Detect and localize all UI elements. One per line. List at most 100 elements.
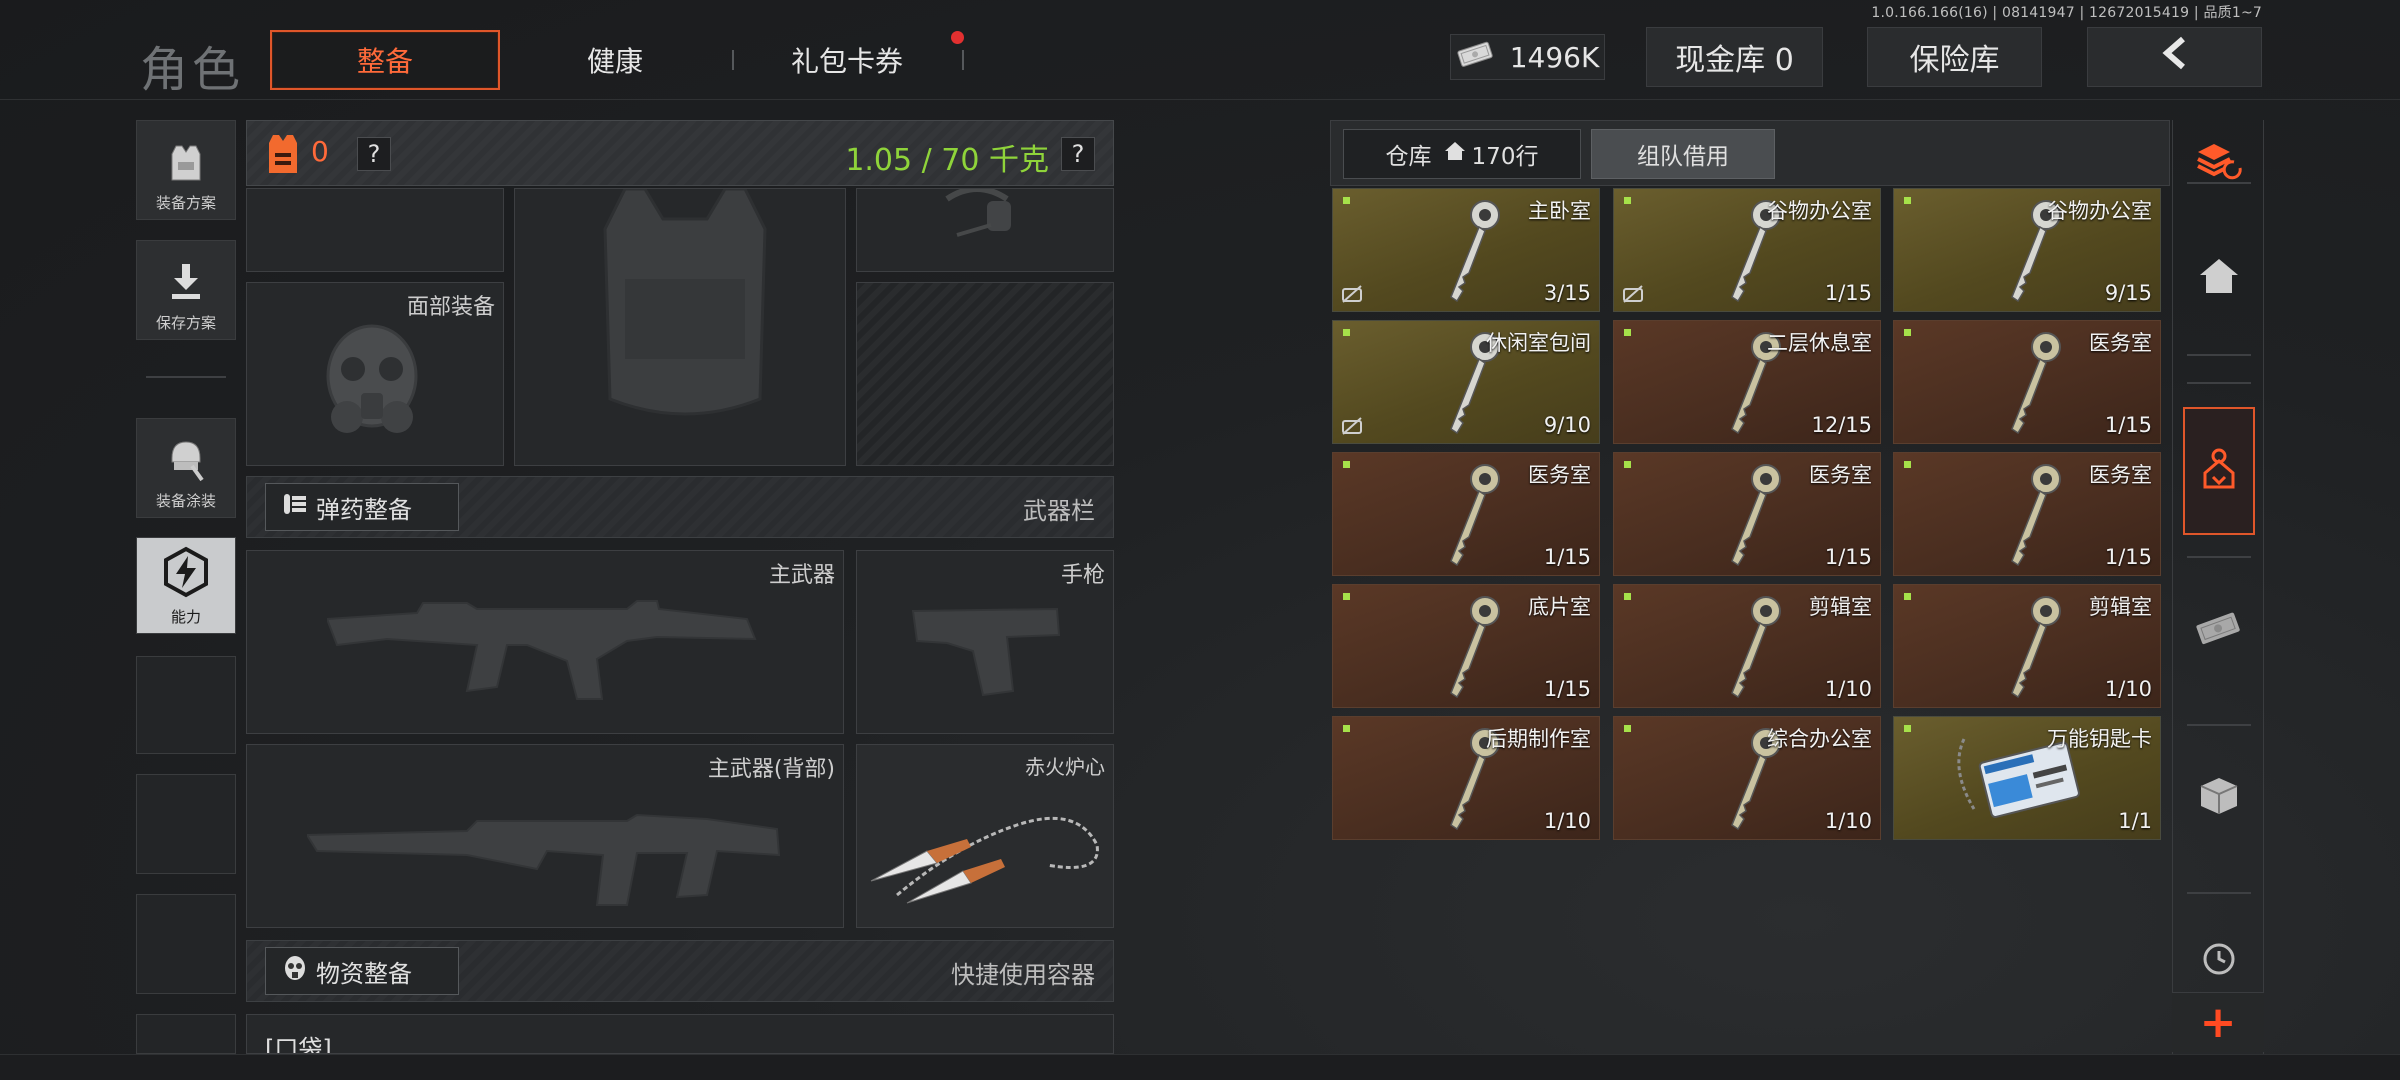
stash-item[interactable]: 剪辑室 1/10 [1613,584,1881,708]
stash-item[interactable]: 综合办公室 1/10 [1613,716,1881,840]
sidebar-empty-slot[interactable] [136,656,236,754]
stash-item[interactable]: 谷物办公室 9/15 [1893,188,2161,312]
new-indicator-icon [1343,329,1350,336]
rail-box-button[interactable] [2183,748,2255,848]
item-name: 谷物办公室 [2047,199,2152,223]
stash-item[interactable]: 医务室 1/15 [1332,452,1600,576]
item-name: 医务室 [2089,463,2152,487]
vest-icon [585,187,785,433]
new-indicator-icon [1624,197,1631,204]
key-icon [1994,593,2074,707]
sidebar-item-skins[interactable]: 装备涂装 [136,418,236,518]
slot-primary-back[interactable]: 主武器(背部) [246,744,844,928]
key-tag-icon [2199,447,2239,495]
ammo-icon [282,491,308,523]
item-durability: 1/10 [2104,677,2152,701]
stash-item[interactable]: 医务室 1/15 [1613,452,1881,576]
sidebar-item-loadout-plan[interactable]: 装备方案 [136,120,236,220]
item-name: 剪辑室 [2089,595,2152,619]
rail-stack-refresh-button[interactable] [2183,124,2255,204]
key-icon [1994,329,2074,443]
ammo-loadout-button[interactable]: 弹药整备 [265,483,459,531]
help-button[interactable]: ? [357,137,391,171]
slot-label: 主武器 [768,563,835,588]
sidebar-empty-slot[interactable] [136,1014,236,1054]
slot-label: 面部装备 [406,295,495,320]
stash-header: 仓库 170行 组队借用 [1330,120,2170,186]
stash-item[interactable]: 二层休息室 12/15 [1613,320,1881,444]
sidebar-item-label: 装备涂装 [155,492,216,510]
notification-badge [951,31,964,44]
item-durability: 1/1 [2118,809,2152,833]
stash-item[interactable]: 医务室 1/15 [1893,320,2161,444]
slot-face-gear[interactable]: 面部装备 [246,282,504,466]
stash-item[interactable]: 医务室 1/15 [1893,452,2161,576]
slot-headset[interactable] [856,186,1114,272]
stash-item[interactable]: 谷物办公室 1/15 [1613,188,1881,312]
item-name: 医务室 [1809,463,1872,487]
cash-icon [1456,40,1496,75]
right-rail: + [2172,120,2264,1054]
pocket-area[interactable]: [口袋] [246,1014,1114,1054]
slot-pistol[interactable]: 手枪 [856,550,1114,734]
item-durability: 3/15 [1543,281,1591,305]
slot-label: 赤火炉心 [1025,755,1105,779]
slot-body-armor[interactable] [514,187,846,466]
sidebar-empty-slot[interactable] [136,894,236,994]
item-name: 剪辑室 [1809,595,1872,619]
cash-icon [2194,610,2244,650]
pocket-label: [口袋] [265,1035,332,1054]
stash-item[interactable]: 休闲室包间 9/10 [1332,320,1600,444]
sidebar-empty-slot[interactable] [136,774,236,874]
insurance-vault-button[interactable]: 保险库 [1867,27,2042,87]
sidebar-item-ability[interactable]: 能力 [136,537,236,634]
stash-item[interactable]: 后期制作室 1/10 [1332,716,1600,840]
currency-display[interactable]: 1496K [1450,34,1605,80]
tab-team-borrow[interactable]: 组队借用 [1591,129,1775,179]
weight-help-button[interactable]: ? [1061,137,1095,171]
new-indicator-icon [1904,725,1911,732]
supplies-loadout-button[interactable]: 物资整备 [265,947,459,995]
item-name: 二层休息室 [1767,331,1872,355]
back-button[interactable] [2087,27,2262,87]
stash-item[interactable]: 万能钥匙卡 1/1 [1893,716,2161,840]
slot-primary-weapon[interactable]: 主武器 [246,550,844,734]
item-name: 谷物办公室 [1767,199,1872,223]
slot-backpack[interactable] [856,282,1114,466]
tab-equip[interactable]: 整备 [270,30,500,90]
new-indicator-icon [1624,329,1631,336]
cash-vault-button[interactable]: 现金库 0 [1646,27,1823,87]
vest-icon [164,140,208,188]
rail-add-button[interactable]: + [2172,992,2264,1052]
bottom-strip [0,1054,2400,1080]
rail-clock-button[interactable] [2183,930,2255,980]
item-durability: 1/10 [1824,677,1872,701]
item-name: 休闲室包间 [1486,331,1591,355]
home-icon [1444,141,1466,167]
slot-melee[interactable]: 赤火炉心 [856,744,1114,928]
item-name: 医务室 [2089,331,2152,355]
helmet-icon [164,436,208,486]
tab-gift-cards[interactable]: 礼包卡券 [732,30,962,90]
tab-stash[interactable]: 仓库 170行 [1343,129,1581,179]
slot-headwear[interactable] [246,188,504,272]
gas-mask-icon [282,955,308,987]
rail-home-button[interactable] [2183,228,2255,328]
item-name: 综合办公室 [1767,727,1872,751]
tab-divider [962,50,964,70]
stash-item[interactable]: 主卧室 3/15 [1332,188,1600,312]
new-indicator-icon [1624,461,1631,468]
ammo-section-bar: 弹药整备 武器栏 [246,476,1114,538]
stash-item[interactable]: 底片室 1/15 [1332,584,1600,708]
rail-cash-button[interactable] [2183,580,2255,680]
tab-health[interactable]: 健康 [500,30,730,90]
item-durability: 1/10 [1824,809,1872,833]
rail-key-button[interactable] [2183,407,2255,535]
sidebar-item-label: 保存方案 [155,314,216,332]
sidebar-item-save-plan[interactable]: 保存方案 [136,240,236,340]
no-trade-icon [1341,285,1363,303]
stash-item[interactable]: 剪辑室 1/10 [1893,584,2161,708]
sidebar-divider [146,376,226,378]
weight-display: 1.05 / 70 千克 [845,143,1049,178]
key-icon [1433,593,1513,707]
